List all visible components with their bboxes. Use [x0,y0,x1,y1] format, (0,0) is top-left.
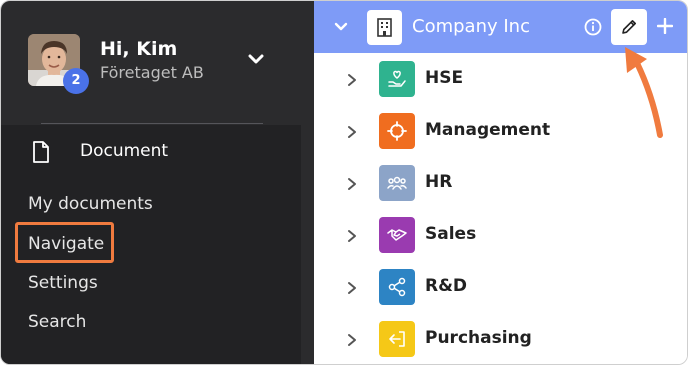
tree-node-label: HSE [425,68,464,88]
highlight-annotation [15,222,114,263]
tree-root-label[interactable]: Company Inc [412,16,530,37]
menu-item-search[interactable]: Search [28,312,86,332]
rnd-icon-tile [379,269,415,305]
tree-node-sales[interactable]: Sales [314,213,687,257]
tree-node-label: Management [425,120,551,140]
target-icon [387,121,407,141]
menu-header: Document [1,125,301,181]
hr-icon-tile [379,165,415,201]
building-icon [377,18,392,37]
login-icon [389,331,405,347]
tree-node-label: HR [425,172,453,192]
menu-item-my-documents[interactable]: My documents [28,194,153,214]
app-frame: 2 Hi, Kim Företaget AB Document My docum… [0,0,688,365]
menu-header-label: Document [80,141,169,161]
menu-item-settings[interactable]: Settings [28,273,98,293]
hse-icon-tile [379,61,415,97]
tree-node-rnd[interactable]: R&D [314,265,687,309]
pencil-icon [622,20,636,34]
sales-icon-tile [379,217,415,253]
chevron-right-icon[interactable] [347,177,357,191]
chevron-right-icon[interactable] [347,73,357,87]
user-switcher[interactable]: 2 Hi, Kim Företaget AB [1,1,314,121]
document-icon [33,141,49,163]
tree-node-hr[interactable]: HR [314,161,687,205]
chevron-down-icon[interactable] [333,21,349,33]
handshake-icon [387,229,407,241]
arrow-annotation [625,47,663,138]
user-company: Företaget AB [100,63,204,82]
chevron-right-icon[interactable] [347,281,357,295]
notification-badge: 2 [63,68,89,94]
sidebar: 2 Hi, Kim Företaget AB Document My docum… [1,1,314,364]
info-icon[interactable] [584,18,602,36]
hand-heart-icon [388,70,406,87]
purchasing-icon-tile [379,321,415,357]
edit-button[interactable] [611,9,647,45]
tree-node-label: R&D [425,276,468,296]
document-menu: Document My documents Navigate Settings … [1,125,301,364]
tree-node-label: Sales [425,224,477,244]
building-icon-tile [367,10,402,45]
user-greeting: Hi, Kim [100,38,178,60]
people-icon [387,176,407,190]
tree-node-label: Purchasing [425,328,532,348]
tree-node-purchasing[interactable]: Purchasing [314,317,687,361]
chevron-right-icon[interactable] [347,333,357,347]
divider [41,123,263,124]
share-icon [388,277,406,297]
chevron-down-icon[interactable] [247,52,265,66]
plus-icon[interactable] [657,18,673,34]
chevron-right-icon[interactable] [347,229,357,243]
chevron-right-icon[interactable] [347,125,357,139]
management-icon-tile [379,113,415,149]
